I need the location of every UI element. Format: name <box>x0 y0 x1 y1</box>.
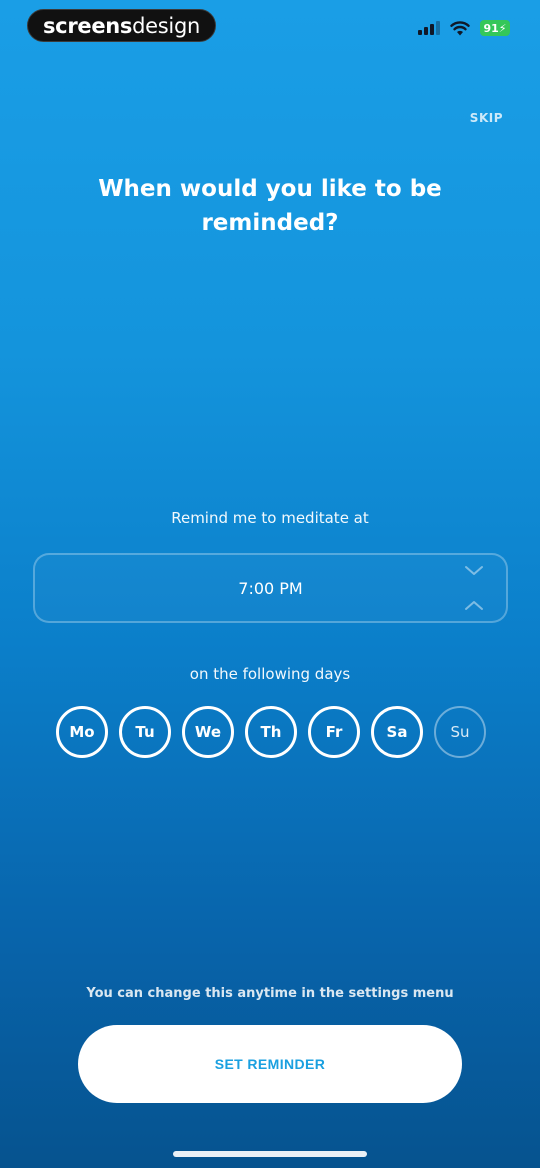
settings-note: You can change this anytime in the setti… <box>86 986 454 1001</box>
remind-time-label: Remind me to meditate at <box>171 509 369 527</box>
wifi-icon <box>450 20 470 36</box>
brand-logo: screensdesign <box>42 13 200 38</box>
time-picker[interactable]: 7:00 PM <box>33 553 508 623</box>
day-toggle-friday[interactable]: Fr <box>308 706 360 758</box>
home-indicator[interactable] <box>173 1151 367 1157</box>
cellular-signal-icon <box>418 21 440 35</box>
page-title: When would you like to be reminded? <box>98 176 442 236</box>
set-reminder-button[interactable]: SET REMINDER <box>78 1025 462 1103</box>
time-value: 7:00 PM <box>238 578 303 598</box>
skip-button[interactable]: SKIP <box>470 111 503 125</box>
chevron-up-icon[interactable] <box>464 599 484 611</box>
reminder-screen: screensdesign 91 ⚡ SKIP When would you li… <box>0 0 540 1168</box>
day-toggle-wednesday[interactable]: We <box>182 706 234 758</box>
day-toggle-saturday[interactable]: Sa <box>371 706 423 758</box>
day-toggle-thursday[interactable]: Th <box>245 706 297 758</box>
day-toggle-tuesday[interactable]: Tu <box>119 706 171 758</box>
day-toggle-sunday[interactable]: Su <box>434 706 486 758</box>
brand-badge: screensdesign <box>27 9 216 42</box>
status-icons: 91 ⚡ <box>418 20 510 36</box>
chevron-down-icon[interactable] <box>464 565 484 577</box>
day-toggle-monday[interactable]: Mo <box>56 706 108 758</box>
battery-icon: 91 ⚡ <box>480 20 510 36</box>
days-label: on the following days <box>189 665 351 683</box>
day-selector: Mo Tu We Th Fr Sa Su <box>56 706 486 758</box>
